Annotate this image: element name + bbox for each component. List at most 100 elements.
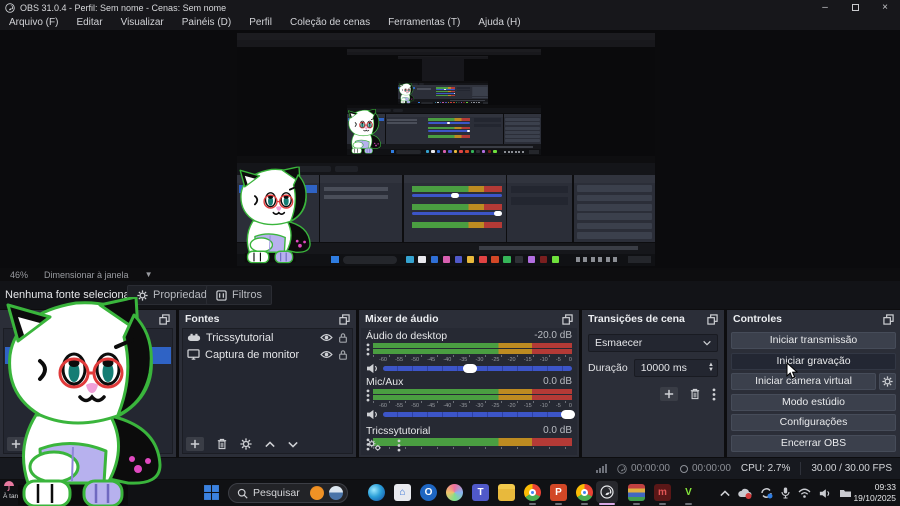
chevron-down-icon [703, 340, 711, 346]
add-transition-button[interactable] [660, 387, 678, 401]
close-button[interactable]: × [870, 0, 900, 15]
chrome-profile2-icon[interactable] [576, 484, 593, 501]
source-properties-button[interactable] [240, 438, 252, 450]
source-row-captura-de-monitor[interactable]: Captura de monitor [183, 346, 352, 363]
channel-menu-icon[interactable] [366, 389, 370, 402]
virtual-camera-settings-button[interactable] [879, 373, 896, 390]
channel-level: 0.0 dB [543, 425, 572, 436]
menu-visualizar[interactable]: Visualizar [112, 15, 173, 30]
filters-button[interactable]: Filtros [206, 285, 272, 305]
tray-chevron-icon[interactable] [720, 490, 730, 497]
popout-icon[interactable] [883, 314, 894, 325]
volume-slider[interactable] [383, 410, 576, 419]
source-label: Captura de monitor [205, 348, 300, 361]
onedrive-icon[interactable] [738, 488, 752, 499]
add-source-button[interactable] [186, 437, 204, 451]
start-recording-button[interactable]: Iniciar gravação [731, 352, 896, 370]
gear-icon [882, 376, 893, 387]
recording-timer: 00:00:00 [679, 463, 731, 474]
winrar-icon[interactable] [628, 484, 645, 501]
pumpkin-icon [310, 486, 324, 500]
visibility-eye-icon[interactable] [320, 350, 333, 359]
obs-taskbar-active-box[interactable] [596, 481, 618, 503]
chrome-icon[interactable] [524, 484, 541, 501]
duration-spinner[interactable]: 10000 ms ▲ ▼ [633, 359, 718, 377]
transition-menu-icon[interactable] [712, 388, 716, 401]
remove-transition-button[interactable] [690, 388, 700, 400]
menu-paineis[interactable]: Painéis (D) [173, 15, 240, 30]
store-icon[interactable]: ⌂ [394, 484, 411, 501]
sync-icon[interactable] [760, 487, 773, 499]
exit-obs-button[interactable]: Encerrar OBS [731, 434, 896, 452]
zoom-level: 46% [10, 269, 29, 280]
transitions-title: Transições de cena [588, 313, 685, 325]
source-label: Tricssytutorial [206, 331, 274, 344]
menu-bar: Arquivo (F) Editar Visualizar Painéis (D… [0, 15, 900, 30]
scale-mode-caret-icon[interactable]: ▼ [145, 270, 153, 279]
search-icon [237, 488, 248, 499]
fps-counter: 30.00 / 30.00 FPS [811, 463, 892, 474]
edge-icon[interactable] [368, 484, 385, 501]
file-explorer-icon[interactable] [498, 484, 515, 501]
move-down-button[interactable] [288, 441, 298, 448]
start-virtual-camera-button[interactable]: Iniciar câmera virtual [731, 373, 876, 390]
speaker-tray-icon[interactable] [819, 488, 831, 499]
visibility-eye-icon[interactable] [320, 333, 333, 342]
running-indicator [685, 503, 692, 505]
taskbar-clock[interactable]: 09:33 19/10/2025 [853, 482, 896, 504]
menu-perfil[interactable]: Perfil [240, 15, 281, 30]
start-streaming-button[interactable]: Iniciar transmissão [731, 332, 896, 349]
studio-mode-button[interactable]: Modo estúdio [731, 393, 896, 411]
sources-panel: Fontes Tricssytutorial Captura de monito… [179, 310, 356, 457]
transition-value: Esmaecer [595, 337, 643, 349]
wifi-icon[interactable] [798, 488, 811, 498]
outlook-icon[interactable]: O [420, 484, 437, 501]
menu-ajuda[interactable]: Ajuda (H) [469, 15, 529, 30]
app-m-icon[interactable]: m [654, 484, 671, 501]
channel-name: Áudio do desktop [366, 330, 448, 342]
folder-tray-icon[interactable] [839, 488, 852, 498]
app-green-icon[interactable]: V [680, 484, 697, 501]
spin-down-icon[interactable]: ▼ [708, 367, 714, 373]
speaker-icon[interactable] [366, 363, 379, 374]
teams-icon[interactable]: T [472, 484, 489, 501]
speaker-icon[interactable] [366, 409, 379, 420]
source-row-tricssytutorial[interactable]: Tricssytutorial [183, 329, 352, 346]
slider-handle[interactable] [561, 410, 576, 419]
popout-icon[interactable] [562, 314, 573, 325]
minimize-button[interactable]: – [810, 0, 840, 15]
advanced-audio-icon[interactable] [367, 439, 382, 452]
channel-menu-icon[interactable] [366, 343, 370, 356]
popout-icon[interactable] [339, 314, 350, 325]
menu-colecao-de-cenas[interactable]: Coleção de cenas [281, 15, 379, 30]
slider-handle[interactable] [462, 364, 477, 373]
popout-icon[interactable] [707, 314, 718, 325]
mixer-body: Áudio do desktop -20.0 dB -60 -55 -50 -45 -4… [361, 328, 577, 455]
lock-icon[interactable] [338, 332, 348, 344]
menu-arquivo[interactable]: Arquivo (F) [0, 15, 67, 30]
sources-list[interactable]: Tricssytutorial Captura de monitor [182, 328, 353, 454]
search-box[interactable]: Pesquisar [228, 483, 348, 503]
mixer-menu-icon[interactable] [397, 439, 401, 452]
running-indicator [529, 503, 536, 505]
preview-display[interactable] [237, 33, 655, 266]
copilot-icon[interactable] [446, 484, 463, 501]
daily-image-icon [329, 486, 343, 500]
microphone-icon[interactable] [781, 487, 790, 499]
lock-icon[interactable] [338, 349, 348, 361]
scale-mode[interactable]: Dimensionar à janela [44, 270, 129, 280]
filter-icon [216, 290, 227, 301]
transition-select[interactable]: Esmaecer [588, 334, 718, 352]
game-controller-icon [187, 333, 201, 342]
volume-slider[interactable] [383, 364, 572, 373]
running-indicator [659, 503, 666, 505]
remove-source-button[interactable] [217, 438, 227, 450]
maximize-button[interactable] [840, 0, 870, 15]
powerpoint-icon[interactable]: P [550, 484, 567, 501]
move-up-button[interactable] [265, 441, 275, 448]
menu-editar[interactable]: Editar [67, 15, 111, 30]
obs-window: OBS 31.0.4 - Perfil: Sem nome - Cenas: S… [0, 0, 900, 506]
settings-button[interactable]: Configurações [731, 414, 896, 431]
menu-ferramentas[interactable]: Ferramentas (T) [379, 15, 469, 30]
start-button[interactable] [203, 484, 220, 501]
